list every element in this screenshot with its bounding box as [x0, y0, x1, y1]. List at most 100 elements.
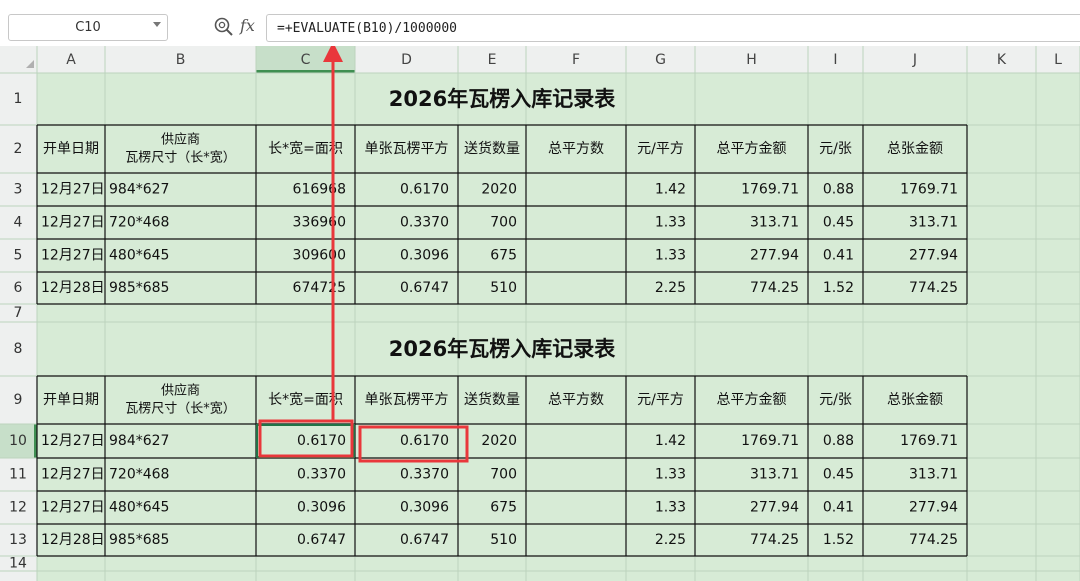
table-cell: 1.52 [823, 280, 854, 296]
column-header-c[interactable]: C [301, 52, 311, 68]
row-header-label: 1 [14, 91, 23, 107]
table-cell: 510 [490, 532, 517, 548]
row-header-label: 10 [9, 433, 27, 449]
row-header-10[interactable]: 10 [9, 433, 27, 449]
row-header-12[interactable]: 12 [9, 500, 27, 516]
table-cell: 309600 [293, 248, 346, 264]
table-header-cell: 开单日期 [43, 141, 99, 157]
table-cell: 0.88 [823, 182, 854, 198]
table-cell: 0.6747 [400, 280, 449, 296]
column-header-label: K [997, 52, 1007, 68]
table-cell: 277.94 [750, 500, 799, 516]
row-header-8[interactable]: 8 [14, 341, 23, 357]
column-header-j[interactable]: J [912, 52, 917, 68]
row-header-label: 4 [14, 215, 23, 231]
search-zoom-icon[interactable] [213, 16, 235, 38]
table-cell: 985*685 [109, 532, 169, 548]
table-header-cell: 单张瓦楞平方 [365, 141, 449, 157]
row-header-label: 5 [14, 248, 23, 264]
table-cell: 0.45 [823, 467, 854, 483]
table-cell: 720*468 [109, 215, 169, 231]
table-header-cell: 总平方金额 [717, 141, 787, 157]
table-cell: 774.25 [909, 532, 958, 548]
column-header-e[interactable]: E [488, 52, 497, 68]
column-header-label: E [488, 52, 497, 68]
table-cell: 1.42 [655, 182, 686, 198]
row-header-11[interactable]: 11 [9, 467, 27, 483]
table-cell: 774.25 [750, 280, 799, 296]
column-header-a[interactable]: A [66, 52, 76, 68]
table-cell: 313.71 [750, 215, 799, 231]
table-cell: 985*685 [109, 280, 169, 296]
name-box[interactable]: C10 [8, 14, 168, 41]
column-header-d[interactable]: D [401, 52, 412, 68]
table-cell: 1.33 [655, 500, 686, 516]
column-header-label: B [176, 52, 186, 68]
column-header-label: L [1054, 52, 1062, 68]
table-title: 2026年瓦楞入库记录表 [389, 337, 616, 361]
table-header-cell: 总平方数 [548, 141, 604, 157]
table-cell: 0.88 [823, 433, 854, 449]
table-cell: 277.94 [909, 248, 958, 264]
table-cell: 12月27日 [41, 248, 105, 264]
table-header-cell: 元/张 [819, 141, 852, 157]
table-cell: 12月27日 [41, 215, 105, 231]
row-header-13[interactable]: 13 [9, 532, 27, 548]
row-header-3[interactable]: 3 [14, 182, 23, 198]
table-cell: 0.41 [823, 500, 854, 516]
table-cell: 0.41 [823, 248, 854, 264]
table-header-cell: 元/平方 [637, 141, 684, 157]
table-cell: 0.3370 [297, 467, 346, 483]
column-header-f[interactable]: F [572, 52, 580, 68]
column-header-label: F [572, 52, 580, 68]
chevron-down-icon[interactable] [153, 22, 161, 27]
table-cell: 1769.71 [900, 182, 958, 198]
row-header-label: 7 [14, 305, 23, 321]
row-header-9[interactable]: 9 [14, 392, 23, 408]
row-header-label: 6 [14, 280, 23, 296]
table-header-cell: 总张金额 [887, 392, 943, 408]
table-cell: 313.71 [909, 467, 958, 483]
column-header-g[interactable]: G [655, 52, 666, 68]
table-header-cell: 瓦楞尺寸（长*宽） [125, 150, 236, 166]
table-cell: 0.3370 [400, 467, 449, 483]
fx-icon[interactable]: fx [240, 16, 255, 35]
row-header-5[interactable]: 5 [14, 248, 23, 264]
column-header-l[interactable]: L [1054, 52, 1062, 68]
table-cell: 277.94 [909, 500, 958, 516]
column-header-k[interactable]: K [997, 52, 1007, 68]
column-header-b[interactable]: B [176, 52, 186, 68]
table-cell: 313.71 [750, 467, 799, 483]
table-cell: 0.3370 [400, 215, 449, 231]
table-cell: 510 [490, 280, 517, 296]
row-header-label: 2 [14, 141, 23, 157]
table-cell: 1.42 [655, 433, 686, 449]
row-header-6[interactable]: 6 [14, 280, 23, 296]
row-header-7[interactable]: 7 [14, 305, 23, 321]
table-cell: 1.33 [655, 248, 686, 264]
column-header-label: C [301, 52, 311, 68]
row-header-4[interactable]: 4 [14, 215, 23, 231]
row-header-14[interactable]: 14 [9, 556, 27, 572]
column-header-label: A [66, 52, 76, 68]
formula-input[interactable]: =+EVALUATE(B10)/1000000 [266, 14, 1080, 42]
column-header-label: H [746, 52, 757, 68]
table-header-cell: 开单日期 [43, 392, 99, 408]
column-header-label: D [401, 52, 412, 68]
table-cell: 0.6747 [297, 532, 346, 548]
column-header-i[interactable]: I [833, 52, 837, 68]
table-header-cell: 元/张 [819, 392, 852, 408]
table-cell: 1769.71 [741, 433, 799, 449]
table-cell: 674725 [293, 280, 346, 296]
table-cell: 2.25 [655, 280, 686, 296]
spreadsheet-grid[interactable]: A B C D E F G H I J K L12345678910111213142026年瓦楞入库… [0, 46, 1080, 581]
table-cell: 1.33 [655, 467, 686, 483]
column-header-h[interactable]: H [746, 52, 757, 68]
row-header-2[interactable]: 2 [14, 141, 23, 157]
table-cell: 616968 [293, 182, 346, 198]
table-cell: 2020 [481, 182, 517, 198]
row-header-1[interactable]: 1 [14, 91, 23, 107]
table-cell: 12月27日 [41, 467, 105, 483]
row-header-label: 9 [14, 392, 23, 408]
table-header-cell: 元/平方 [637, 392, 684, 408]
